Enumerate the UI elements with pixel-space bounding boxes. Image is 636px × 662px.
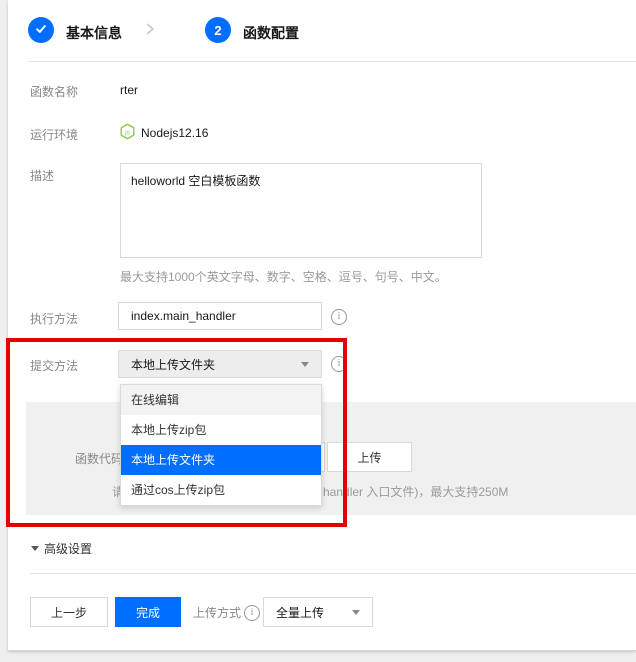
handler-label: 执行方法 — [30, 310, 78, 327]
step-2-badge: 2 — [205, 17, 231, 43]
advanced-settings-toggle[interactable]: 高级设置 — [44, 540, 92, 557]
nodejs-icon: js — [119, 123, 136, 143]
submit-method-dropdown-menu: 在线编辑 本地上传zip包 本地上传文件夹 通过cos上传zip包 — [120, 384, 322, 506]
advanced-settings-collapse-icon — [31, 546, 39, 551]
upload-mode-info-icon[interactable] — [244, 605, 260, 621]
chevron-down-icon — [352, 610, 360, 615]
function-name-value: rter — [120, 83, 138, 97]
menu-item-local-folder[interactable]: 本地上传文件夹 — [121, 445, 321, 475]
submit-method-selected-value: 本地上传文件夹 — [131, 356, 215, 373]
menu-item-online-edit[interactable]: 在线编辑 — [121, 385, 321, 415]
chevron-down-icon — [301, 362, 309, 367]
upload-mode-select[interactable]: 全量上传 — [263, 597, 373, 627]
description-label: 描述 — [30, 167, 54, 184]
submit-method-select[interactable]: 本地上传文件夹 — [118, 350, 322, 378]
function-name-label: 函数名称 — [30, 83, 78, 100]
finish-button[interactable]: 完成 — [115, 597, 181, 627]
upload-button[interactable]: 上传 — [327, 442, 412, 472]
step-2-number: 2 — [214, 23, 221, 38]
menu-item-cos-zip[interactable]: 通过cos上传zip包 — [121, 475, 321, 505]
upload-mode-selected-value: 全量上传 — [276, 604, 324, 621]
step-2-label[interactable]: 函数配置 — [243, 23, 299, 43]
step-1-done-badge — [28, 17, 54, 43]
step-separator-chevron-icon — [143, 17, 157, 44]
function-config-page: 基本信息 2 函数配置 函数名称 rter 运行环境 js Nodejs12.1… — [0, 0, 636, 662]
upload-mode-label-group: 上传方式 — [193, 604, 260, 621]
content-panel — [8, 0, 636, 651]
handler-info-icon[interactable] — [331, 309, 347, 325]
menu-item-local-zip[interactable]: 本地上传zip包 — [121, 415, 321, 445]
description-help-text: 最大支持1000个英文字母、数字、空格、逗号、句号、中文。 — [120, 268, 447, 285]
submit-method-label: 提交方法 — [30, 357, 78, 374]
runtime-label: 运行环境 — [30, 126, 78, 143]
submit-method-info-icon[interactable] — [331, 356, 347, 372]
header-divider — [28, 61, 636, 62]
handler-input[interactable] — [118, 302, 322, 330]
footer-divider — [30, 573, 636, 574]
description-textarea[interactable]: helloworld 空白模板函数 — [120, 163, 482, 258]
svg-text:js: js — [124, 129, 130, 136]
upload-mode-label: 上传方式 — [193, 604, 241, 621]
code-help-text-left-fragment: 请 — [112, 483, 120, 500]
runtime-value: Nodejs12.16 — [141, 126, 208, 140]
code-help-text-right-fragment: handler 入口文件)，最大支持250M — [323, 483, 508, 500]
step-1-label[interactable]: 基本信息 — [66, 23, 122, 43]
previous-step-button[interactable]: 上一步 — [30, 597, 108, 627]
check-icon — [34, 22, 48, 39]
